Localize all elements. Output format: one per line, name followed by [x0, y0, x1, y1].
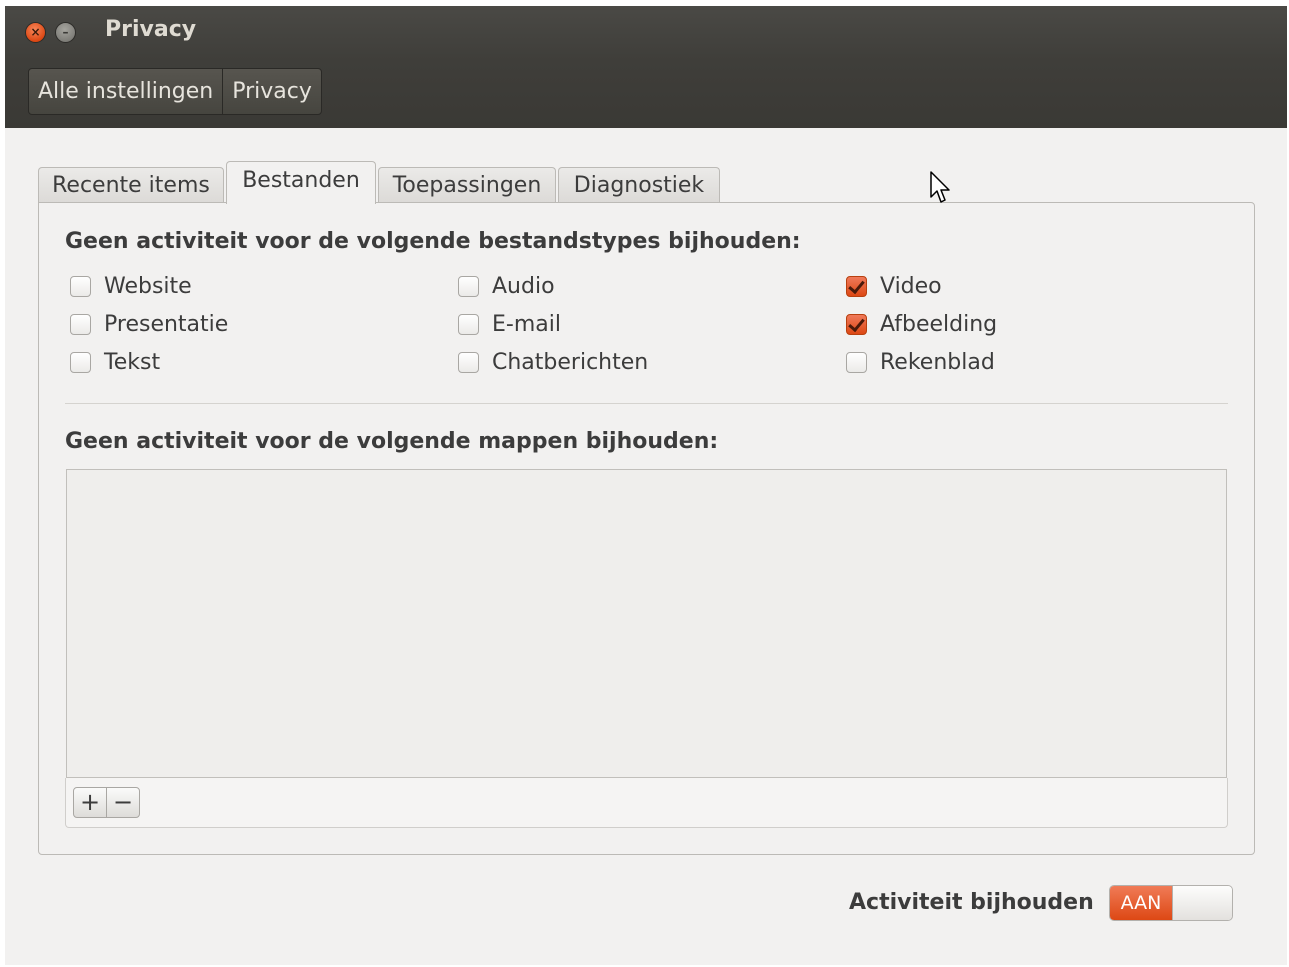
checkbox-label: Tekst	[104, 349, 161, 375]
activity-tracking-label: Activiteit bijhouden	[849, 890, 1094, 915]
checkbox-box[interactable]	[458, 313, 479, 335]
settings-window: × – Privacy Alle instellingen Privacy Re…	[5, 6, 1287, 965]
checkbox-spreadsheet[interactable]: Rekenblad	[846, 347, 995, 377]
checkbox-box[interactable]	[846, 351, 867, 373]
checkbox-box[interactable]	[70, 351, 91, 373]
minimize-window-icon[interactable]: –	[55, 22, 76, 43]
filetypes-heading: Geen activiteit voor de volgende bestand…	[65, 229, 801, 254]
tab-files[interactable]: Bestanden	[226, 161, 376, 204]
excluded-folders-list[interactable]	[66, 469, 1227, 778]
remove-folder-button[interactable]: −	[106, 787, 140, 818]
breadcrumb-privacy[interactable]: Privacy	[222, 69, 321, 114]
files-tab-panel: Geen activiteit voor de volgende bestand…	[38, 202, 1255, 855]
checkbox-label: Presentatie	[104, 311, 229, 337]
close-window-icon[interactable]: ×	[25, 22, 46, 43]
checkbox-box[interactable]	[458, 275, 479, 297]
tab-diagnostics[interactable]: Diagnostiek	[558, 167, 720, 203]
checkbox-image[interactable]: Afbeelding	[846, 309, 997, 339]
checkbox-box[interactable]	[458, 351, 479, 373]
folders-heading: Geen activiteit voor de volgende mappen …	[65, 429, 719, 454]
switch-knob[interactable]	[1172, 886, 1232, 920]
checkbox-box-checked[interactable]	[846, 275, 867, 297]
checkbox-label: Chatberichten	[492, 349, 649, 375]
mouse-pointer-icon	[930, 171, 950, 203]
checkbox-text[interactable]: Tekst	[70, 347, 160, 377]
checkbox-label: E-mail	[492, 311, 561, 337]
checkbox-label: Rekenblad	[880, 349, 995, 375]
section-divider	[65, 403, 1228, 404]
checkbox-chat-messages[interactable]: Chatberichten	[458, 347, 648, 377]
checkbox-box[interactable]	[70, 275, 91, 297]
activity-tracking-switch[interactable]: AAN	[1109, 885, 1233, 921]
checkbox-label: Website	[104, 273, 192, 299]
checkbox-presentation[interactable]: Presentatie	[70, 309, 228, 339]
checkbox-audio[interactable]: Audio	[458, 271, 555, 301]
folder-list-toolbar: + −	[65, 778, 1228, 828]
checkbox-label: Afbeelding	[880, 311, 998, 337]
window-title: Privacy	[105, 17, 197, 42]
checkbox-label: Video	[880, 273, 942, 299]
tab-applications[interactable]: Toepassingen	[378, 167, 556, 203]
checkbox-website[interactable]: Website	[70, 271, 192, 301]
tab-recent-items[interactable]: Recente items	[38, 167, 224, 203]
breadcrumb-all-settings[interactable]: Alle instellingen	[29, 69, 222, 114]
breadcrumb: Alle instellingen Privacy	[28, 68, 322, 115]
checkbox-box-checked[interactable]	[846, 313, 867, 335]
titlebar: × – Privacy Alle instellingen Privacy	[5, 6, 1287, 128]
checkbox-email[interactable]: E-mail	[458, 309, 561, 339]
checkbox-label: Audio	[492, 273, 555, 299]
switch-on-label: AAN	[1110, 886, 1172, 920]
checkbox-video[interactable]: Video	[846, 271, 942, 301]
checkbox-box[interactable]	[70, 313, 91, 335]
add-folder-button[interactable]: +	[73, 787, 107, 818]
